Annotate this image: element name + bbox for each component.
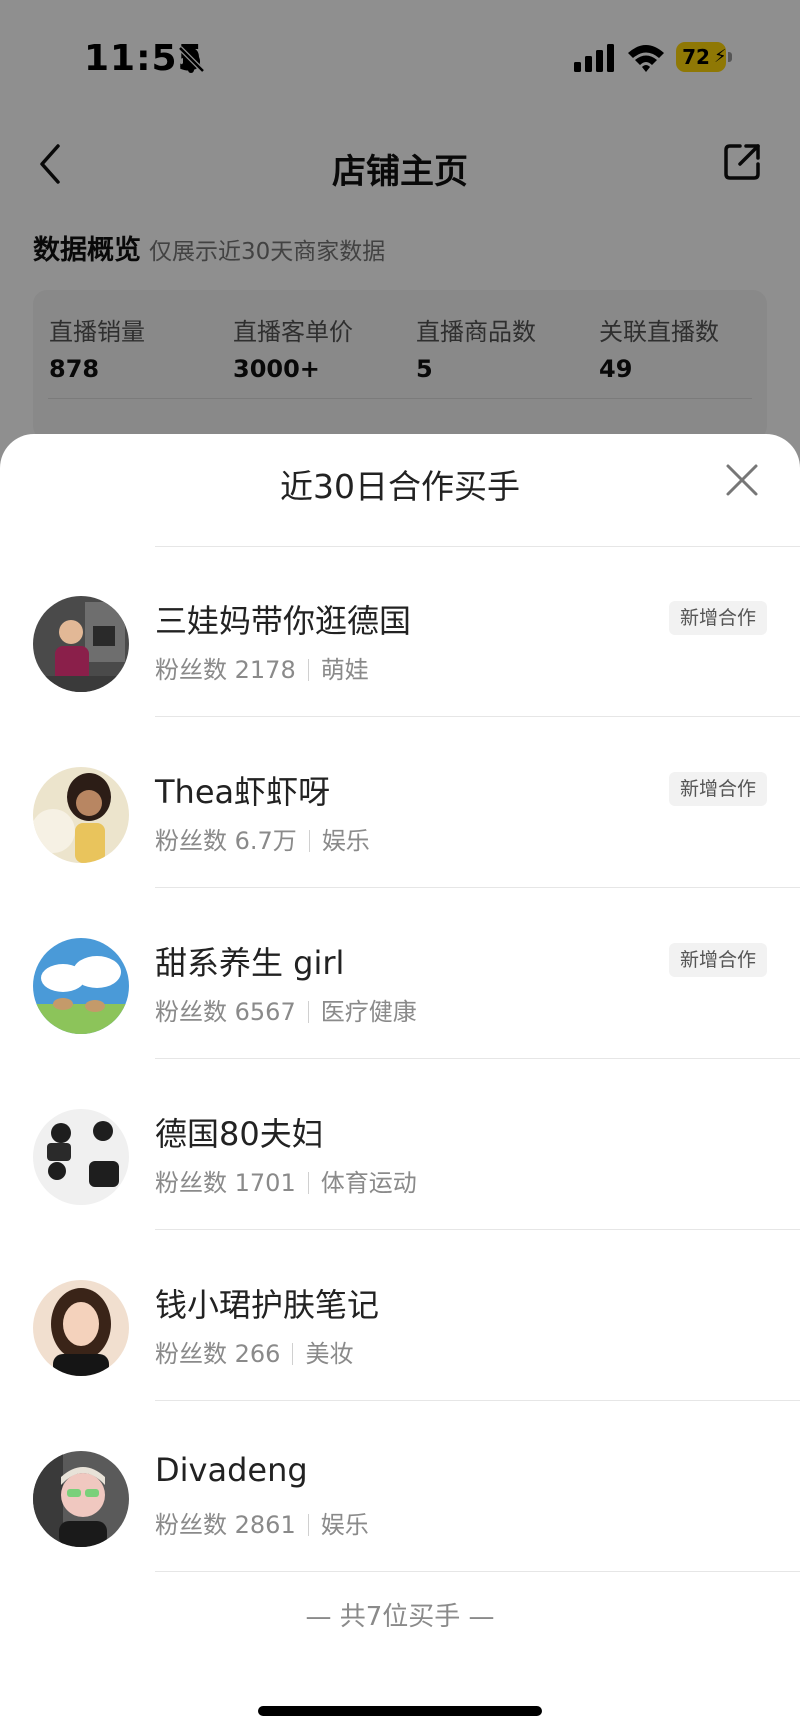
buyer-name: 甜系养生 girl — [155, 944, 345, 982]
buyer-category: 娱乐 — [320, 1511, 369, 1539]
avatar — [33, 1109, 129, 1205]
buyer-row[interactable]: Divadeng 粉丝数 2861 娱乐 — [0, 1401, 800, 1572]
home-indicator[interactable] — [258, 1706, 542, 1716]
buyer-row[interactable]: 钱小珺护肤笔记 粉丝数 266 美妆 — [0, 1230, 800, 1401]
buyer-meta: 粉丝数 6567 医疗健康 — [155, 992, 417, 1027]
buyer-row[interactable]: 三娃妈带你逛德国 粉丝数 2178 萌娃 新增合作 — [0, 546, 800, 717]
sheet-title: 近30日合作买手 — [280, 467, 520, 506]
fans-label: 粉丝数 — [155, 827, 227, 855]
buyer-name: 钱小珺护肤笔记 — [155, 1286, 380, 1324]
meta-separator — [307, 1514, 309, 1536]
avatar — [33, 596, 129, 692]
fans-count: 6.7万 — [234, 827, 297, 855]
divider — [155, 1571, 800, 1572]
buyer-category: 美妆 — [305, 1340, 354, 1368]
buyers-sheet: 近30日合作买手 三娃妈带你逛德国 粉丝数 2178 萌娃 新增合作 Thea虾虾… — [0, 434, 800, 1734]
new-cooperation-badge: 新增合作 — [669, 772, 767, 806]
buyer-row[interactable]: Thea虾虾呀 粉丝数 6.7万 娱乐 新增合作 — [0, 717, 800, 888]
buyer-meta: 粉丝数 2861 娱乐 — [155, 1505, 369, 1540]
fans-count: 6567 — [234, 998, 296, 1026]
buyer-meta: 粉丝数 2178 萌娃 — [155, 650, 369, 685]
fans-label: 粉丝数 — [155, 1340, 227, 1368]
meta-separator — [292, 1343, 294, 1365]
fans-label: 粉丝数 — [155, 1169, 227, 1197]
buyers-total-footer: — 共7位买手 — — [305, 1602, 495, 1632]
fans-count: 2861 — [234, 1511, 296, 1539]
avatar — [33, 1280, 129, 1376]
buyer-meta: 粉丝数 266 美妆 — [155, 1334, 353, 1369]
meta-separator — [308, 830, 310, 852]
meta-separator — [307, 1172, 309, 1194]
buyer-category: 体育运动 — [320, 1169, 417, 1197]
fans-count: 2178 — [234, 656, 296, 684]
buyer-meta: 粉丝数 6.7万 娱乐 — [155, 821, 370, 856]
meta-separator — [307, 1001, 309, 1023]
buyer-category: 娱乐 — [321, 827, 370, 855]
avatar — [33, 767, 129, 863]
avatar — [33, 938, 129, 1034]
new-cooperation-badge: 新增合作 — [669, 601, 767, 635]
fans-count: 266 — [234, 1340, 281, 1368]
meta-separator — [307, 659, 309, 681]
buyer-name: 三娃妈带你逛德国 — [155, 602, 412, 640]
new-cooperation-badge: 新增合作 — [669, 943, 767, 977]
buyer-category: 医疗健康 — [320, 998, 417, 1026]
buyer-category: 萌娃 — [320, 656, 369, 684]
fans-label: 粉丝数 — [155, 656, 227, 684]
buyer-name: Thea虾虾呀 — [155, 773, 331, 811]
fans-label: 粉丝数 — [155, 1511, 227, 1539]
avatar — [33, 1451, 129, 1547]
close-icon[interactable] — [722, 460, 762, 500]
buyer-name: 德国80夫妇 — [155, 1115, 324, 1153]
buyer-row[interactable]: 甜系养生 girl 粉丝数 6567 医疗健康 新增合作 — [0, 888, 800, 1059]
buyer-meta: 粉丝数 1701 体育运动 — [155, 1163, 417, 1198]
buyer-name: Divadeng — [155, 1451, 308, 1489]
fans-count: 1701 — [234, 1169, 296, 1197]
fans-label: 粉丝数 — [155, 998, 227, 1026]
buyer-row[interactable]: 德国80夫妇 粉丝数 1701 体育运动 — [0, 1059, 800, 1230]
